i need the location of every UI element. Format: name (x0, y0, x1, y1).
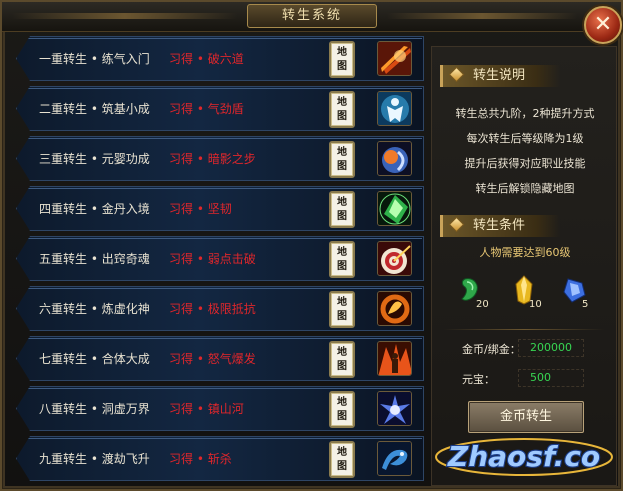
map-button[interactable]: 地图 (329, 91, 355, 128)
rebirth-tier-name: 七重转生 • 合体大成 (39, 352, 150, 366)
rebirth-row[interactable]: 一重转生 • 练气入门 习得 • 破六道 地图 (16, 36, 424, 81)
rebirth-tier-name: 二重转生 • 筑基小成 (39, 102, 150, 116)
condition-section-title: 转生条件 (473, 218, 526, 233)
yuanbao-value: 500 (530, 371, 551, 384)
blue-dragon-skill-icon[interactable] (377, 441, 412, 476)
map-button[interactable]: 地图 (329, 241, 355, 278)
rebirth-row[interactable]: 四重转生 • 金丹入境 习得 • 坚韧 地图 (16, 186, 424, 231)
info-line: 转生后解锁隐藏地图 (475, 182, 575, 195)
rebirth-tier-name: 一重转生 • 练气入门 (39, 52, 150, 66)
gold-rebirth-button[interactable]: 金币转生 (468, 401, 584, 433)
rebirth-row[interactable]: 九重转生 • 渡劫飞升 习得 • 斩杀 地图 (16, 436, 424, 481)
shield-figure-skill-icon[interactable] (377, 91, 412, 126)
rebirth-tier-name: 三重转生 • 元婴功成 (39, 152, 150, 166)
rebirth-tier-name: 八重转生 • 洞虚万界 (39, 402, 150, 416)
yuanbao-value-box (518, 369, 584, 387)
blue-burst-skill-icon[interactable] (377, 391, 412, 426)
map-button-char: 图 (337, 261, 347, 272)
condition-section-header: 转生条件 (440, 215, 560, 237)
info-panel: 转生说明 转生总共九阶，2种提升方式 每次转生后等级降为1级 提升后获得对应职业… (431, 46, 617, 486)
level-requirement: 人物需要达到60级 (479, 246, 571, 259)
title-decoration-left (12, 13, 237, 19)
info-line: 每次转生后等级降为1级 (466, 132, 584, 145)
map-button-char: 地 (337, 147, 347, 158)
rebirth-tier-name: 六重转生 • 炼虚化神 (39, 302, 150, 316)
learned-skill: 习得 • 气劲盾 (169, 102, 244, 116)
learned-skill: 习得 • 弱点击破 (169, 252, 256, 266)
window-title: 转生系统 (247, 4, 377, 28)
info-section-header: 转生说明 (440, 65, 560, 87)
watermark-logo: Zhaosf.co (432, 430, 617, 480)
map-button[interactable]: 地图 (329, 141, 355, 178)
map-button[interactable]: 地图 (329, 391, 355, 428)
map-button-char: 地 (337, 47, 347, 58)
info-line: 转生总共九阶，2种提升方式 (455, 107, 595, 120)
learned-skill: 习得 • 怒气爆发 (169, 352, 256, 366)
divider (444, 329, 604, 330)
map-button-char: 地 (337, 297, 347, 308)
rebirth-tier-name: 四重转生 • 金丹入境 (39, 202, 150, 216)
rebirth-list: 一重转生 • 练气入门 习得 • 破六道地图二重转生 • 筑基小成 习得 • 气劲盾… (16, 36, 424, 486)
target-skill-icon[interactable] (377, 241, 412, 276)
gold-value: 200000 (530, 341, 572, 354)
map-button-char: 地 (337, 247, 347, 258)
rebirth-tier-name: 五重转生 • 出窍奇魂 (39, 252, 150, 266)
map-button-char: 图 (337, 61, 347, 72)
rebirth-row[interactable]: 七重转生 • 合体大成 习得 • 怒气爆发 地图 (16, 336, 424, 381)
green-gem-skill-icon[interactable] (377, 191, 412, 226)
map-button[interactable]: 地图 (329, 291, 355, 328)
map-button-char: 地 (337, 97, 347, 108)
item-count: 5 (582, 299, 589, 310)
map-button-char: 图 (337, 361, 347, 372)
map-button[interactable]: 地图 (329, 41, 355, 78)
item-count: 10 (529, 299, 542, 310)
map-button-char: 图 (337, 411, 347, 422)
map-button-char: 图 (337, 461, 347, 472)
map-button-char: 图 (337, 161, 347, 172)
map-button-char: 图 (337, 111, 347, 122)
info-section-title: 转生说明 (473, 68, 526, 83)
flame-ring-skill-icon[interactable] (377, 291, 412, 326)
map-button-char: 地 (337, 447, 347, 458)
rebirth-row[interactable]: 六重转生 • 炼虚化神 习得 • 极限抵抗 地图 (16, 286, 424, 331)
map-button[interactable]: 地图 (329, 191, 355, 228)
yuanbao-label: 元宝： (462, 373, 495, 386)
learned-skill: 习得 • 镇山河 (169, 402, 244, 416)
learned-skill: 习得 • 暗影之步 (169, 152, 256, 166)
map-button-char: 图 (337, 211, 347, 222)
info-line: 提升后获得对应职业技能 (464, 157, 586, 170)
map-button[interactable]: 地图 (329, 341, 355, 378)
watermark-text: Zhaosf.co (447, 440, 600, 473)
rebirth-row[interactable]: 八重转生 • 洞虚万界 习得 • 镇山河 地图 (16, 386, 424, 431)
title-decoration-right (387, 13, 577, 19)
rebirth-row[interactable]: 二重转生 • 筑基小成 习得 • 气劲盾 地图 (16, 86, 424, 131)
rebirth-row[interactable]: 五重转生 • 出窍奇魂 习得 • 弱点击破 地图 (16, 236, 424, 281)
map-button-char: 地 (337, 397, 347, 408)
item-count: 20 (476, 299, 489, 310)
learned-skill: 习得 • 极限抵抗 (169, 302, 256, 316)
gold-label: 金币/绑金： (462, 343, 521, 356)
shadow-step-skill-icon[interactable] (377, 141, 412, 176)
learned-skill: 习得 • 破六道 (169, 52, 244, 66)
rage-figure-skill-icon[interactable] (377, 341, 412, 376)
diamond-icon (448, 66, 465, 83)
learned-skill: 习得 • 坚韧 (169, 202, 232, 216)
close-button[interactable]: ✕ (584, 6, 622, 44)
map-button[interactable]: 地图 (329, 441, 355, 478)
title-bar: 转生系统 (2, 2, 621, 32)
fire-slash-skill-icon[interactable] (377, 41, 412, 76)
diamond-icon (448, 216, 465, 233)
map-button-char: 地 (337, 347, 347, 358)
map-button-char: 地 (337, 197, 347, 208)
learned-skill: 习得 • 斩杀 (169, 452, 232, 466)
map-button-char: 图 (337, 311, 347, 322)
rebirth-window: 转生系统 ✕ 一重转生 • 练气入门 习得 • 破六道地图二重转生 • 筑基小成习… (0, 0, 623, 491)
rebirth-row[interactable]: 三重转生 • 元婴功成 习得 • 暗影之步 地图 (16, 136, 424, 181)
rebirth-tier-name: 九重转生 • 渡劫飞升 (39, 452, 150, 466)
